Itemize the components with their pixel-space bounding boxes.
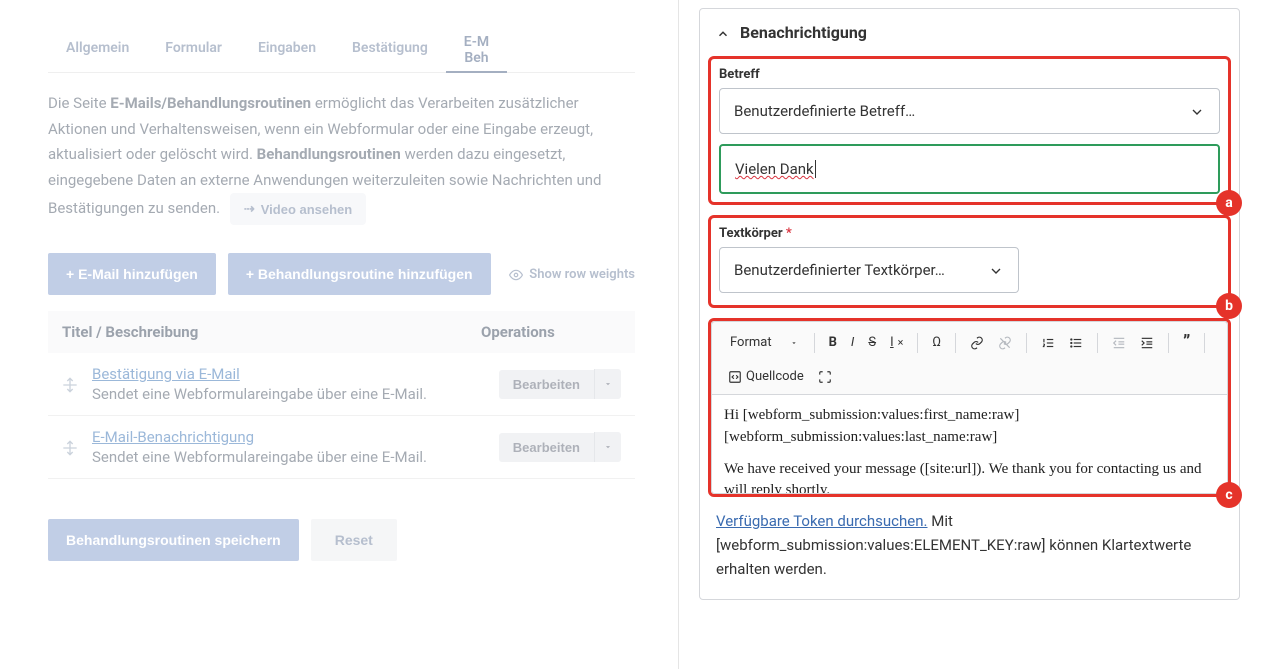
video-link-icon: ⇢ [244, 201, 255, 217]
edit-dropdown-icon[interactable] [594, 369, 621, 399]
unordered-list-icon[interactable] [1063, 332, 1089, 354]
annotation-badge-b: b [1216, 293, 1242, 319]
unlink-icon[interactable] [992, 332, 1018, 354]
annotation-badge-a: a [1216, 190, 1242, 216]
blockquote-icon[interactable]: ” [1177, 328, 1196, 357]
special-char-icon[interactable]: Ω [926, 331, 947, 354]
card-title: Benachrichtigung [740, 23, 867, 42]
tab-formular[interactable]: Formular [147, 28, 240, 72]
subject-label: Betreff [719, 67, 1220, 82]
indent-icon[interactable] [1134, 332, 1160, 354]
drag-handle-icon[interactable] [62, 375, 78, 394]
tab-eingaben[interactable]: Eingaben [240, 28, 334, 72]
edit-button[interactable]: Bearbeiten [499, 433, 594, 462]
bold-icon[interactable]: B [823, 331, 843, 354]
add-email-button[interactable]: + E-Mail hinzufügen [48, 253, 216, 295]
tab-email-beh[interactable]: E-M Beh [446, 28, 507, 72]
eye-icon [509, 267, 523, 282]
col-title: Titel / Beschreibung [62, 323, 481, 341]
chevron-up-icon [716, 23, 730, 42]
main-config-panel: Allgemein Formular Eingaben Bestätigung … [0, 0, 675, 669]
add-handler-button[interactable]: + Behandlungsroutine hinzufügen [228, 253, 491, 295]
handler-description: Sendet eine Webformulareingabe über eine… [92, 448, 485, 466]
subject-select[interactable]: Benutzerdefinierte Betreff… [719, 88, 1220, 134]
ordered-list-icon[interactable] [1035, 332, 1061, 354]
intro-text: Die Seite E-Mails/Behandlungsroutinen er… [48, 91, 635, 225]
table-header: Titel / Beschreibung Operations [48, 311, 635, 353]
annotation-badge-c: c [1216, 482, 1242, 508]
outdent-icon[interactable] [1106, 332, 1132, 354]
token-help: Verfügbare Token durchsuchen. Mit [webfo… [700, 509, 1239, 581]
card-header[interactable]: Benachrichtigung [700, 9, 1239, 56]
handler-link[interactable]: E-Mail-Benachrichtigung [92, 428, 254, 446]
italic-icon[interactable]: I [845, 331, 860, 354]
tab-bestaetigung[interactable]: Bestätigung [334, 28, 446, 72]
edit-button[interactable]: Bearbeiten [499, 370, 594, 399]
tab-allgemein[interactable]: Allgemein [48, 28, 147, 72]
drag-handle-icon[interactable] [62, 438, 78, 457]
watch-video-button[interactable]: ⇢ Video ansehen [230, 193, 366, 225]
chevron-down-icon [1189, 102, 1205, 120]
handler-description: Sendet eine Webformulareingabe über eine… [92, 385, 485, 403]
reset-button[interactable]: Reset [311, 519, 397, 561]
col-operations: Operations [481, 323, 621, 341]
strikethrough-icon[interactable]: S [862, 331, 882, 354]
link-icon[interactable] [964, 332, 990, 354]
tab-bar: Allgemein Formular Eingaben Bestätigung … [48, 28, 635, 73]
body-label: Textkörper * [719, 226, 1220, 241]
remove-format-icon[interactable]: I× [884, 331, 909, 354]
maximize-icon[interactable] [812, 366, 838, 388]
format-select[interactable]: Format [722, 331, 806, 354]
table-row: Bestätigung via E-Mail Sendet eine Webfo… [48, 353, 635, 416]
source-button[interactable]: Quellcode [722, 365, 810, 388]
show-row-weights-link[interactable]: Show row weights [509, 267, 635, 282]
body-editor-section: Format B I S I× Ω [708, 318, 1231, 497]
edit-dropdown-icon[interactable] [594, 432, 621, 462]
body-editor[interactable]: Hi [webform_submission:values:first_name… [711, 394, 1228, 494]
chevron-down-icon [988, 261, 1004, 279]
table-row: E-Mail-Benachrichtigung Sendet eine Webf… [48, 416, 635, 479]
handlers-table: Titel / Beschreibung Operations Bestätig… [48, 311, 635, 479]
handler-link[interactable]: Bestätigung via E-Mail [92, 365, 240, 383]
editor-toolbar: Format B I S I× Ω [711, 321, 1228, 394]
body-select[interactable]: Benutzerdefinierter Textkörper… [719, 247, 1019, 293]
subject-section: Betreff Benutzerdefinierte Betreff… Viel… [708, 56, 1231, 205]
body-select-section: Textkörper * Benutzerdefinierter Textkör… [708, 215, 1231, 308]
save-handlers-button[interactable]: Behandlungsroutinen speichern [48, 519, 299, 561]
notification-card: Benachrichtigung Betreff Benutzerdefinie… [699, 8, 1240, 600]
subject-input[interactable]: Vielen Dank [719, 144, 1220, 194]
browse-tokens-link[interactable]: Verfügbare Token durchsuchen. [716, 512, 928, 530]
detail-panel: Benachrichtigung Betreff Benutzerdefinie… [678, 0, 1280, 669]
